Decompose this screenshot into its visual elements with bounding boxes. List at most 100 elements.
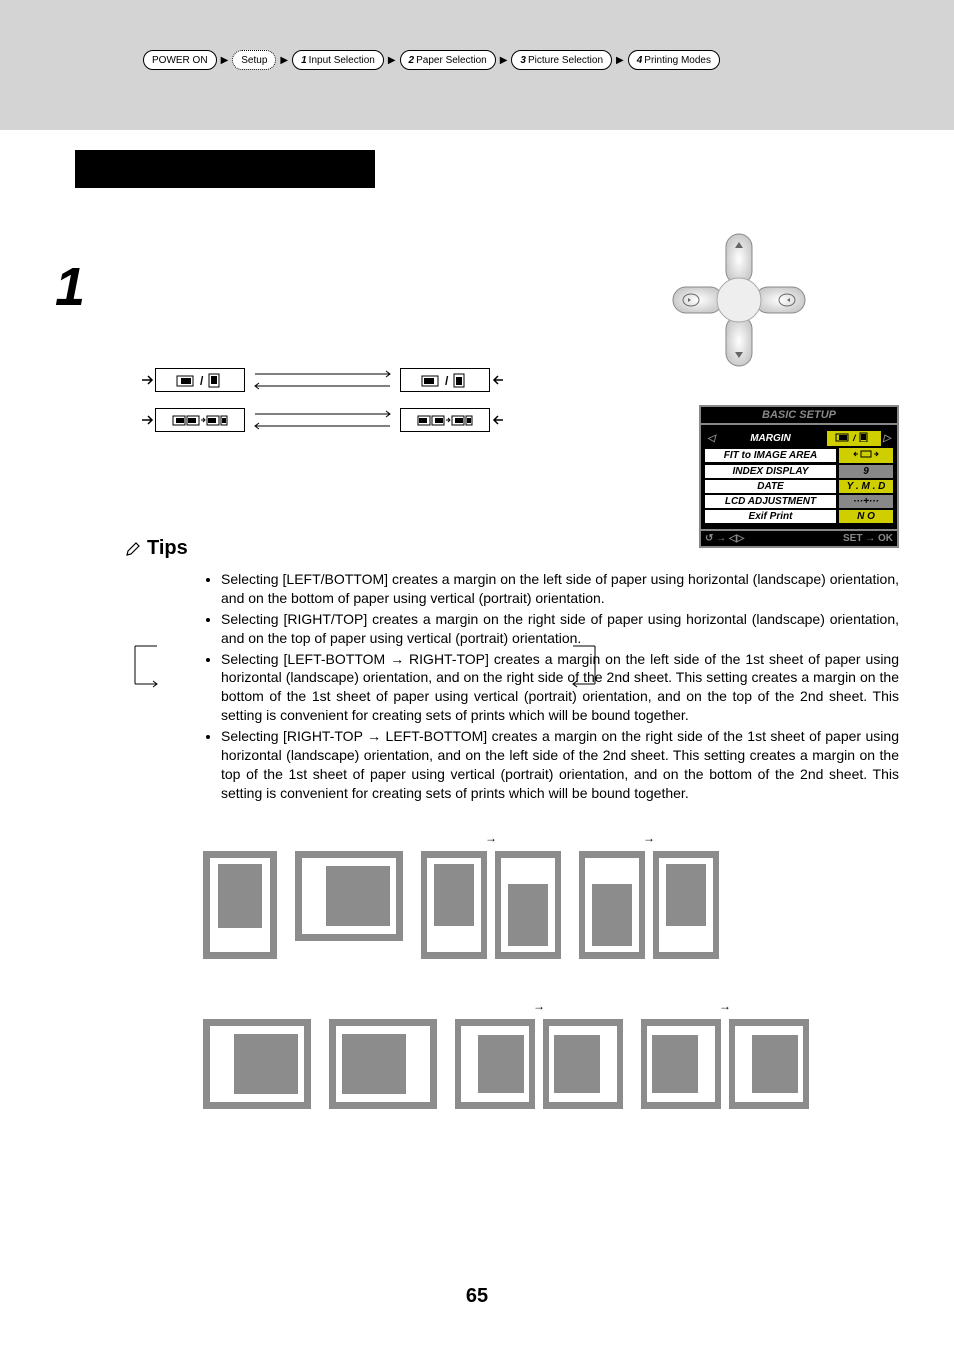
list-item: Selecting [RIGHT/TOP] creates a margin o… [221,610,899,648]
example-label: → [643,831,655,851]
chevron-right-icon: ▶ [280,55,288,66]
margin-icon-leftbottom: / [155,368,245,392]
thumb [421,851,487,959]
svg-text:/: / [445,374,449,388]
thumb [579,851,645,959]
margin-icon-seq1 [155,408,245,432]
lcd-foot-left: ↺ → ◁▷ [705,533,744,544]
example-cell [295,831,403,959]
flow-row: / / [115,368,615,392]
example-row: → → [203,999,899,1109]
pencil-icon [125,541,141,557]
thumb [455,1019,535,1109]
crumb-picture: 3Picture Selection [511,50,612,70]
lcd-value: / [827,431,881,446]
crumb-label: Printing Modes [644,55,711,66]
lcd-row: ◁ MARGIN / ▷ [705,431,893,446]
svg-text:/: / [200,374,204,388]
example-cell: → [579,831,719,959]
lcd-foot-right: SET → OK [843,533,893,544]
crumb-setup: Setup [232,50,276,70]
tips-title: Tips [147,537,188,560]
flow-mid [245,370,400,390]
thumb [543,1019,623,1109]
lcd-row: DATEY . M . D [705,480,893,493]
flow-mid [245,410,400,430]
crumb-num: 2 [409,55,415,66]
thumb-pair [421,851,561,959]
crumb-label: Input Selection [309,55,375,66]
lcd-row: Exif PrintN O [705,510,893,523]
lcd-title: BASIC SETUP [699,405,899,423]
example-cell [203,831,277,959]
tips-list: Selecting [LEFT/BOTTOM] creates a margin… [203,570,899,803]
page: POWER ON ▶ Setup ▶ 1Input Selection ▶ 2P… [0,0,954,1348]
step-number: 1 [55,260,115,432]
lcd-value: 9 [839,465,893,478]
arrow-right-icon [115,373,155,387]
chevron-right-icon: ▶ [616,55,624,66]
example-label: → [719,999,731,1019]
lcd-value [839,448,893,463]
lcd-value: Y . M . D [839,480,893,493]
lcd-row: INDEX DISPLAY9 [705,465,893,478]
lcd-value: N O [839,510,893,523]
margin-icon-righttop: / [400,368,490,392]
lcd-label: INDEX DISPLAY [705,465,836,478]
crumb-label: Setup [241,55,267,66]
crumb-num: 1 [301,55,307,66]
example-cell: → [641,999,809,1109]
example-cell [329,999,437,1109]
example-cell: → [421,831,561,959]
right-caret-icon: ▷ [881,433,893,444]
example-label: → [485,831,497,851]
lcd-value: ···+··· [839,495,893,508]
thumb [203,851,277,959]
arrow-left-icon [490,413,530,427]
thumb [729,1019,809,1109]
chevron-right-icon: ▶ [388,55,396,66]
list-item: Selecting [LEFT/BOTTOM] creates a margin… [221,570,899,608]
example-thumbnails: → → [203,831,899,1109]
example-row: → → [203,831,899,959]
example-label: → [533,999,545,1019]
crumb-label: Paper Selection [416,55,487,66]
lcd-footer: ↺ → ◁▷ SET → OK [699,531,899,548]
chevron-right-icon: ▶ [221,55,229,66]
crumb-printing: 4Printing Modes [628,50,720,70]
list-item: Selecting [LEFT-BOTTOM → RIGHT-TOP] crea… [221,650,899,726]
chevron-right-icon: ▶ [500,55,508,66]
thumb [329,1019,437,1109]
list-item: Selecting [RIGHT-TOP → LEFT-BOTTOM] crea… [221,727,899,803]
example-cell: → [455,999,623,1109]
thumb [653,851,719,959]
lcd-row: LCD ADJUSTMENT···+··· [705,495,893,508]
thumb [495,851,561,959]
margin-icon-seq2 [400,408,490,432]
lcd-label: FIT to IMAGE AREA [705,449,836,462]
crumb-label: Picture Selection [528,55,603,66]
arrow-right-icon [115,413,155,427]
arrow-left-icon [490,373,530,387]
page-number: 65 [0,1285,954,1308]
section-title-bar [75,150,375,188]
breadcrumb: POWER ON ▶ Setup ▶ 1Input Selection ▶ 2P… [143,50,899,70]
lcd-label: MARGIN [717,432,824,445]
thumb [295,851,403,941]
lcd-body: ◁ MARGIN / ▷ FIT to IMAGE AREA INDEX DIS… [699,423,899,531]
crumb-input: 1Input Selection [292,50,384,70]
lcd-row: FIT to IMAGE AREA [705,448,893,463]
lcd-label: Exif Print [705,510,836,523]
lcd-label: LCD ADJUSTMENT [705,495,836,508]
thumb-pair [455,1019,623,1109]
example-cell [203,999,311,1109]
thumb-pair [579,851,719,959]
thumb [641,1019,721,1109]
crumb-num: 4 [637,55,643,66]
flow-diagram: / / [115,368,615,432]
crumb-paper: 2Paper Selection [400,50,496,70]
tips-section: Tips Selecting [LEFT/BOTTOM] creates a m… [125,537,899,1109]
crumb-label: POWER ON [152,55,208,66]
flow-row [115,408,615,432]
thumb [203,1019,311,1109]
